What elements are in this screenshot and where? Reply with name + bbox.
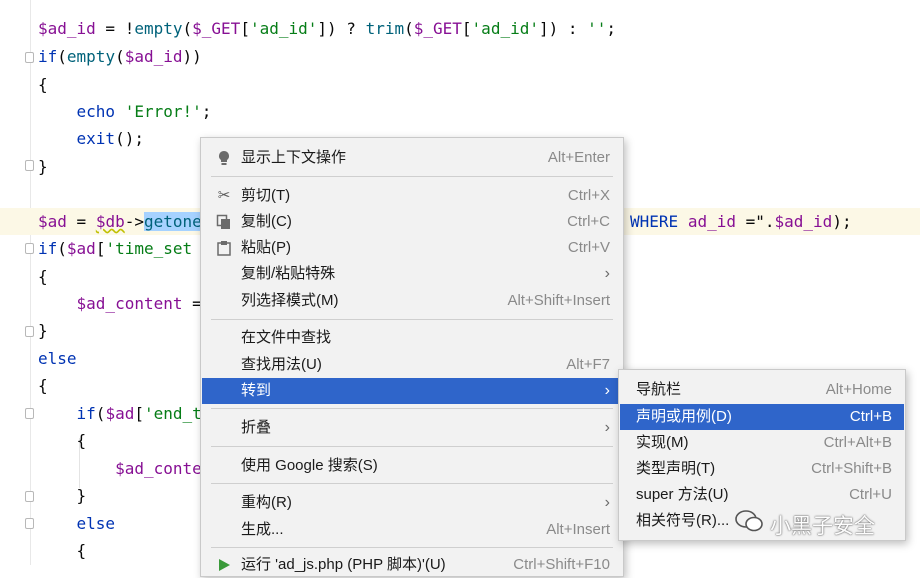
submenu-item-type-declaration[interactable]: 类型声明(T) Ctrl+Shift+B	[620, 456, 904, 482]
menu-item-shortcut: Alt+Home	[825, 381, 892, 398]
menu-item-label: 使用 Google 搜索(S)	[241, 457, 378, 474]
fold-marker[interactable]	[25, 243, 34, 254]
menu-item-shortcut: Ctrl+V	[567, 239, 610, 256]
menu-item-run[interactable]: 运行 'ad_js.php (PHP 脚本)'(U) Ctrl+Shift+F1…	[202, 552, 622, 578]
menu-separator	[211, 483, 613, 484]
menu-item-label: 在文件中查找	[241, 329, 332, 346]
menu-item-label: 复制/粘贴特殊	[241, 265, 336, 282]
fold-marker[interactable]	[25, 326, 34, 337]
copy-icon	[216, 214, 232, 230]
menu-item-label: 粘贴(P)	[241, 239, 291, 256]
menu-item-label: 声明或用例(D)	[636, 408, 732, 425]
menu-item-find-usages[interactable]: 查找用法(U) Alt+F7	[202, 352, 622, 378]
menu-item-label: 剪切(T)	[241, 187, 291, 204]
code-line-16[interactable]: {	[38, 427, 87, 454]
chevron-right-icon: ›	[604, 419, 610, 436]
code-line-18[interactable]: }	[38, 482, 87, 509]
menu-item-shortcut: Ctrl+B	[849, 408, 892, 425]
menu-item-cut[interactable]: ✂ 剪切(T) Ctrl+X	[202, 183, 622, 209]
watermark-text: 小黑子安全	[770, 515, 875, 538]
menu-item-label: super 方法(U)	[636, 486, 729, 503]
menu-item-column-selection[interactable]: 列选择模式(M) Alt+Shift+Insert	[202, 288, 622, 314]
menu-item-shortcut: Alt+F7	[566, 356, 610, 373]
submenu-item-declaration[interactable]: 声明或用例(D) Ctrl+B	[620, 404, 904, 430]
code-line-5[interactable]: exit();	[38, 125, 144, 152]
editor-gutter	[0, 0, 30, 565]
submenu-item-super-method[interactable]: super 方法(U) Ctrl+U	[620, 482, 904, 508]
code-line-3[interactable]: {	[38, 71, 48, 98]
code-line-1[interactable]: $ad_id = !empty($_GET['ad_id']) ? trim($…	[38, 15, 616, 42]
menu-item-paste[interactable]: 粘贴(P) Ctrl+V	[202, 235, 622, 261]
menu-item-shortcut: Ctrl+C	[567, 213, 610, 230]
scissors-icon: ✂	[217, 187, 231, 204]
code-line-8[interactable]: $ad = $db->getone	[38, 208, 202, 235]
menu-separator	[211, 547, 613, 548]
menu-item-shortcut: Ctrl+X	[567, 187, 610, 204]
menu-item-find-in-files[interactable]: 在文件中查找	[202, 325, 622, 351]
menu-item-label: 列选择模式(M)	[241, 292, 339, 309]
menu-item-label: 类型声明(T)	[636, 460, 716, 477]
menu-item-generate[interactable]: 生成... Alt+Insert	[202, 517, 622, 543]
bulb-icon	[216, 150, 232, 166]
wechat-icon	[735, 510, 763, 532]
fold-marker[interactable]	[25, 52, 34, 63]
code-line-8-tail[interactable]: WHERE ad_id =".$ad_id);	[630, 208, 852, 235]
menu-item-label: 导航栏	[636, 381, 682, 398]
code-line-4[interactable]: echo 'Error!';	[38, 98, 212, 125]
menu-item-show-context-actions[interactable]: 显示上下文操作 Alt+Enter	[202, 145, 622, 171]
menu-separator	[211, 408, 613, 409]
chevron-right-icon: ›	[604, 382, 610, 399]
menu-item-shortcut: Ctrl+U	[849, 486, 892, 503]
code-line-17[interactable]: $ad_conte	[38, 455, 202, 482]
submenu-item-navigation-bar[interactable]: 导航栏 Alt+Home	[620, 377, 904, 403]
gutter-divider	[30, 0, 31, 565]
menu-item-label: 转到	[241, 382, 272, 399]
code-line-19[interactable]: else	[38, 510, 116, 537]
fold-marker[interactable]	[25, 408, 34, 419]
code-line-14[interactable]: {	[38, 372, 48, 399]
menu-item-label: 复制(C)	[241, 213, 292, 230]
chevron-right-icon: ›	[604, 494, 610, 511]
run-icon	[216, 557, 232, 573]
code-line-9[interactable]: if($ad['time_set	[38, 235, 192, 262]
menu-item-folding[interactable]: 折叠 ›	[202, 415, 622, 441]
context-menu: 显示上下文操作 Alt+Enter ✂ 剪切(T) Ctrl+X 复制(C) C…	[200, 137, 624, 577]
menu-item-label: 实现(M)	[636, 434, 689, 451]
submenu-item-implementation[interactable]: 实现(M) Ctrl+Alt+B	[620, 430, 904, 456]
fold-marker[interactable]	[25, 518, 34, 529]
fold-marker[interactable]	[25, 160, 34, 171]
menu-item-shortcut: Alt+Enter	[547, 149, 610, 166]
code-line-15[interactable]: if($ad['end_t	[38, 400, 202, 427]
code-line-13[interactable]: else	[38, 345, 77, 372]
menu-item-label: 折叠	[241, 419, 272, 436]
menu-item-label: 重构(R)	[241, 494, 292, 511]
menu-item-shortcut: Ctrl+Shift+B	[811, 460, 892, 477]
menu-item-shortcut: Ctrl+Shift+F10	[513, 556, 610, 573]
menu-item-goto[interactable]: 转到 ›	[202, 378, 622, 404]
menu-separator	[211, 319, 613, 320]
code-line-6[interactable]: }	[38, 153, 48, 180]
code-line-10[interactable]: {	[38, 263, 48, 290]
paste-icon	[216, 240, 232, 256]
code-line-12[interactable]: }	[38, 317, 48, 344]
menu-separator	[211, 446, 613, 447]
menu-item-refactor[interactable]: 重构(R) ›	[202, 490, 622, 516]
code-line-20[interactable]: {	[38, 537, 87, 564]
menu-item-shortcut: Ctrl+Alt+B	[823, 434, 892, 451]
menu-item-label: 显示上下文操作	[241, 149, 347, 166]
code-line-2[interactable]: if(empty($ad_id))	[38, 43, 202, 70]
menu-item-label: 相关符号(R)...	[636, 512, 730, 529]
menu-separator	[211, 176, 613, 177]
menu-item-shortcut: Alt+Insert	[546, 521, 610, 538]
menu-item-google-search[interactable]: 使用 Google 搜索(S)	[202, 453, 622, 479]
menu-item-copy[interactable]: 复制(C) Ctrl+C	[202, 209, 622, 235]
menu-item-label: 运行 'ad_js.php (PHP 脚本)'(U)	[241, 556, 446, 573]
menu-item-label: 查找用法(U)	[241, 356, 322, 373]
menu-item-copy-paste-special[interactable]: 复制/粘贴特殊 ›	[202, 261, 622, 287]
menu-item-label: 生成...	[241, 521, 284, 538]
fold-marker[interactable]	[25, 491, 34, 502]
menu-item-shortcut: Alt+Shift+Insert	[507, 292, 610, 309]
chevron-right-icon: ›	[604, 265, 610, 282]
code-line-11[interactable]: $ad_content =	[38, 290, 202, 317]
